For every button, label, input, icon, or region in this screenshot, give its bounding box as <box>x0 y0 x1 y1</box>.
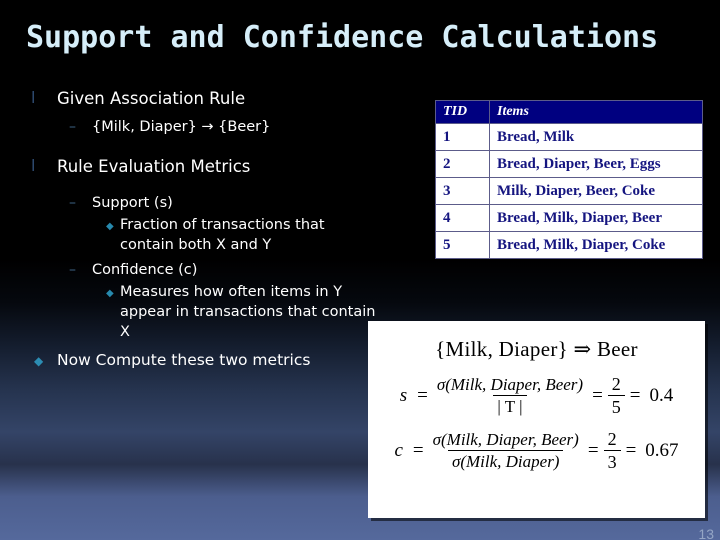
bullet-marker-dash-icon: – <box>69 119 76 135</box>
table-row: 5 Bread, Milk, Diaper, Coke <box>435 231 703 259</box>
cell-items: Milk, Diaper, Beer, Coke <box>489 177 703 205</box>
formula-confidence-result: 0.67 <box>645 439 679 461</box>
list-item-label: Rule Evaluation Metrics <box>57 157 251 176</box>
formula-panel: {Milk, Diaper} ⇒ Beer s = σ(Milk, Diaper… <box>368 321 705 518</box>
list-item-confidence-definition: ◆ Measures how often items in Y appear i… <box>0 282 400 342</box>
formula-confidence-value-denominator: 3 <box>603 450 621 472</box>
formula-confidence-symbol: c <box>394 439 403 461</box>
formula-support-equals-2: = <box>592 384 603 406</box>
formula-support: s = σ(Milk, Diaper, Beer) | T | = 2 5 = … <box>368 374 705 417</box>
page-title: Support and Confidence Calculations <box>26 20 659 55</box>
formula-confidence-value-fraction: 2 3 <box>603 429 621 472</box>
formula-support-result: 0.4 <box>649 384 674 406</box>
formula-support-fraction: σ(Milk, Diaper, Beer) | T | <box>433 375 587 416</box>
list-item-label: Support (s) <box>92 195 173 211</box>
table-row: 4 Bread, Milk, Diaper, Beer <box>435 204 703 232</box>
formula-confidence-fraction: σ(Milk, Diaper, Beer) σ(Milk, Diaper) <box>429 430 583 471</box>
list-item-label: Confidence (c) <box>92 262 198 278</box>
table-row: 3 Milk, Diaper, Beer, Coke <box>435 177 703 205</box>
list-item-rule-evaluation-metrics: l Rule Evaluation Metrics <box>0 154 400 180</box>
formula-confidence-value-numerator: 2 <box>607 429 617 450</box>
formula-confidence-equals-1: = <box>412 439 424 461</box>
formula-confidence-denominator: σ(Milk, Diaper) <box>447 450 564 471</box>
formula-support-equals-1: = <box>417 384 428 406</box>
list-item-support: – Support (s) <box>0 192 400 214</box>
cell-tid: 3 <box>435 177 490 205</box>
column-header-tid: TID <box>435 100 490 124</box>
formula-confidence-numerator: σ(Milk, Diaper, Beer) <box>432 430 579 450</box>
table-row: 1 Bread, Milk <box>435 123 703 151</box>
list-item-association-rule-expression: – {Milk, Diaper} → {Beer} <box>0 116 400 138</box>
bullet-marker-diamond-icon: ◆ <box>34 354 44 368</box>
cell-tid: 5 <box>435 231 490 259</box>
cell-tid: 4 <box>435 204 490 232</box>
page-number: 13 <box>698 526 714 540</box>
formula-support-denominator: | T | <box>493 395 527 416</box>
formula-rule-statement: {Milk, Diaper} ⇒ Beer <box>435 337 638 361</box>
formula-confidence-equals-2: = <box>587 439 599 461</box>
formula-support-value-numerator: 2 <box>611 374 621 394</box>
formula-support-equals-3: = <box>629 384 641 406</box>
column-header-items: Items <box>489 100 703 124</box>
bullet-list: l Given Association Rule – {Milk, Diaper… <box>0 86 400 374</box>
cell-items: Bread, Diaper, Beer, Eggs <box>489 150 703 178</box>
list-item-label: Fraction of transactions that contain bo… <box>120 217 325 253</box>
formula-support-symbol: s <box>399 384 408 406</box>
cell-items: Bread, Milk, Diaper, Coke <box>489 231 703 259</box>
cell-items: Bread, Milk <box>489 123 703 151</box>
list-item-given-association-rule: l Given Association Rule <box>0 86 400 112</box>
table-row: 2 Bread, Diaper, Beer, Eggs <box>435 150 703 178</box>
cell-items: Bread, Milk, Diaper, Beer <box>489 204 703 232</box>
formula-support-numerator: σ(Milk, Diaper, Beer) <box>436 375 584 395</box>
list-item-label: {Milk, Diaper} → {Beer} <box>92 119 271 135</box>
list-item-label: Now Compute these two metrics <box>57 351 311 369</box>
bullet-marker-dash-icon: – <box>69 195 76 211</box>
formula-confidence-equals-3: = <box>625 439 637 461</box>
bullet-marker-bar-icon: l <box>31 88 36 107</box>
formula-confidence: c = σ(Milk, Diaper, Beer) σ(Milk, Diaper… <box>368 429 705 472</box>
formula-support-value-denominator: 5 <box>607 395 625 417</box>
bullet-marker-diamond-icon: ◆ <box>106 288 114 299</box>
list-item-label: Measures how often items in Y appear in … <box>120 284 376 340</box>
cell-tid: 1 <box>435 123 490 151</box>
list-item-now-compute-metrics: ◆ Now Compute these two metrics <box>0 348 400 372</box>
list-item-confidence: – Confidence (c) <box>0 259 400 281</box>
bullet-marker-diamond-icon: ◆ <box>106 221 114 232</box>
bullet-marker-bar-icon: l <box>31 156 36 175</box>
transactions-table: TID Items 1 Bread, Milk 2 Bread, Diaper,… <box>435 100 703 259</box>
formula-support-value-fraction: 2 5 <box>607 374 625 417</box>
bullet-marker-dash-icon: – <box>69 262 76 278</box>
list-item-label: Given Association Rule <box>57 89 246 108</box>
cell-tid: 2 <box>435 150 490 178</box>
slide-canvas: Support and Confidence Calculations l Gi… <box>0 0 720 540</box>
list-item-support-definition: ◆ Fraction of transactions that contain … <box>0 215 400 255</box>
table-header-row: TID Items <box>435 100 703 124</box>
